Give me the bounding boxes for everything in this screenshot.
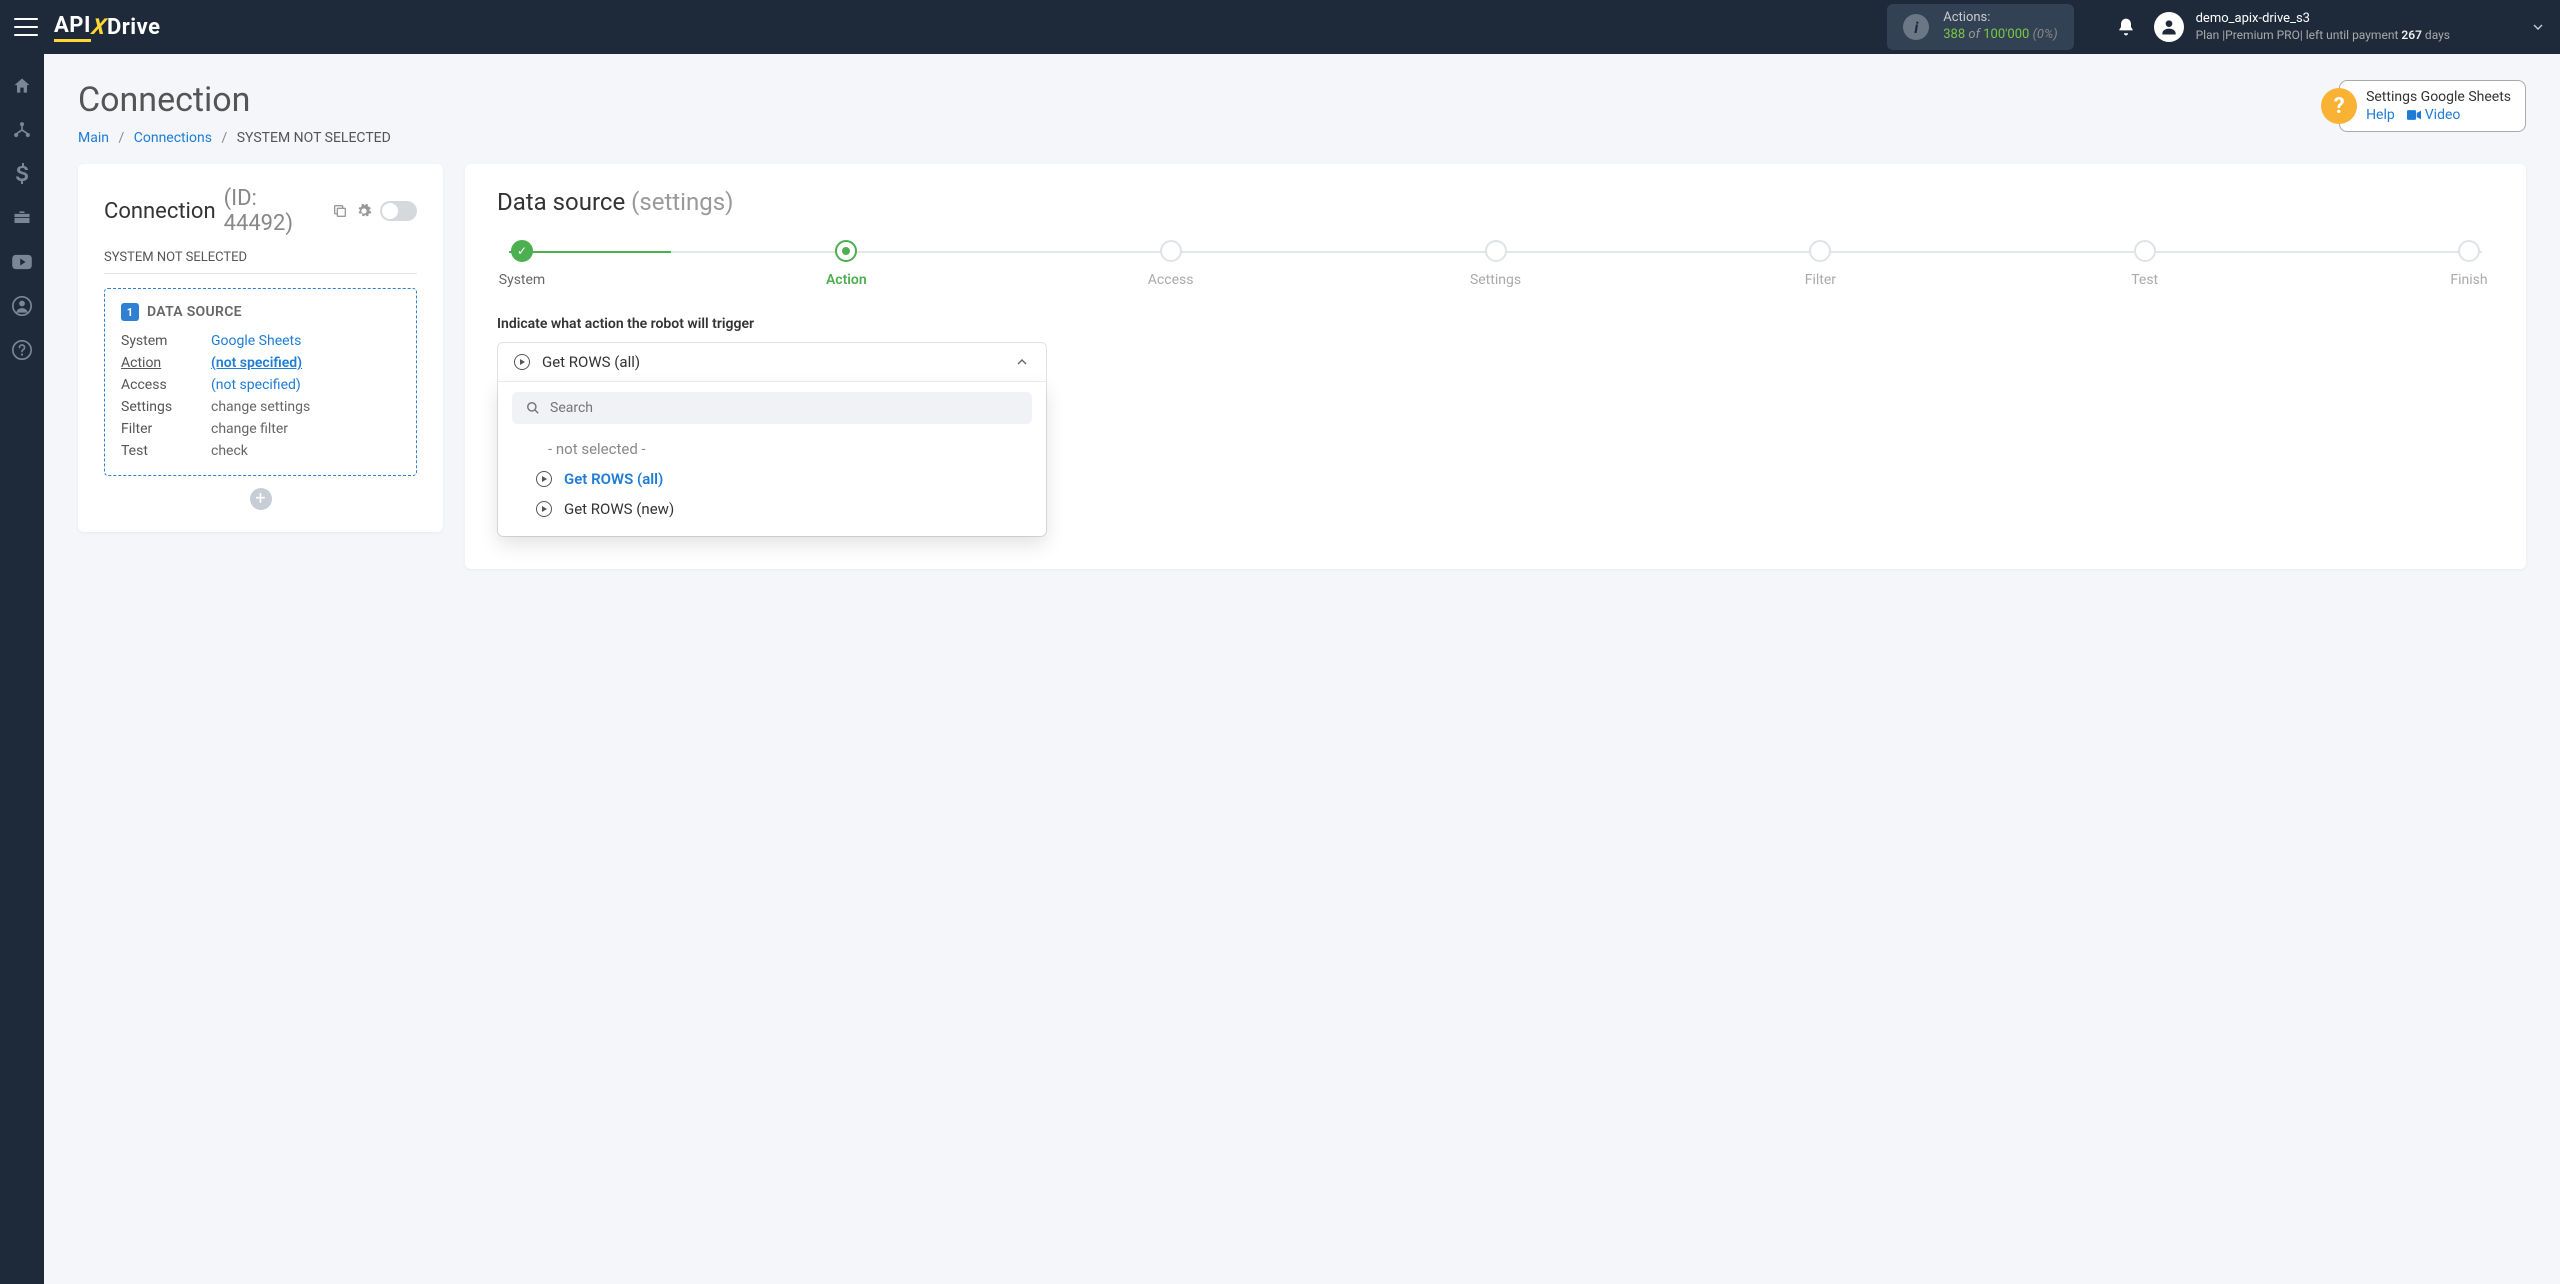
settings-card: Data source (settings) ✓System Action Ac… [465,164,2526,569]
actions-used: 388 [1943,27,1965,42]
help-card: Settings Google Sheets Help Video [2339,80,2526,132]
connections-icon[interactable] [2,110,42,150]
play-icon [514,354,530,370]
actions-total: 100'000 [1983,27,2029,42]
actions-pct: (0%) [2033,27,2058,42]
row-access-val[interactable]: (not specified) [211,377,400,393]
video-icon [2407,109,2421,121]
row-filter-val[interactable]: change filter [211,421,400,437]
play-icon [536,501,552,517]
search-input[interactable] [550,400,1018,416]
settings-subtitle: (settings) [631,188,733,216]
row-settings-val[interactable]: change settings [211,399,400,415]
option-get-rows-new[interactable]: Get ROWS (new) [512,494,1032,524]
dropdown-search[interactable] [512,392,1032,424]
video-text: Video [2425,107,2461,123]
top-header: APIXDrive i Actions: 388 of 100'000 (0%)… [0,0,2560,54]
plan-days-num: 267 [2401,28,2422,42]
add-step-button[interactable]: + [250,488,272,510]
step-action[interactable]: Action [821,240,871,288]
gear-icon[interactable] [356,203,372,219]
row-filter-key: Filter [121,421,211,437]
connection-toggle[interactable] [380,201,417,221]
bell-icon[interactable] [2116,17,2136,37]
section-title: DATA SOURCE [147,304,242,320]
plan-name: Premium PRO [2225,28,2300,42]
dropdown-body: - not selected - Get ROWS (all) Get ROWS… [498,382,1046,536]
step-test[interactable]: Test [2120,240,2170,288]
conn-title: Connection [104,199,216,224]
actions-usage-text: Actions: 388 of 100'000 (0%) [1943,10,2057,44]
step-settings[interactable]: Settings [1470,240,1521,288]
step-filter[interactable]: Filter [1795,240,1845,288]
form-label: Indicate what action the robot will trig… [497,316,2494,332]
user-text: demo_apix-drive_s3 Plan |Premium PRO| le… [2196,11,2450,43]
plan-prefix: Plan | [2196,28,2226,42]
conn-subtitle: SYSTEM NOT SELECTED [104,250,417,274]
help-box: ? Settings Google Sheets Help Video [2321,80,2526,132]
row-system-val[interactable]: Google Sheets [211,333,400,349]
search-icon [526,401,540,415]
row-test-key: Test [121,443,211,459]
connection-card: Connection (ID: 44492) SYSTEM NOT SELECT… [78,164,443,532]
video-link[interactable]: Video [2407,107,2461,123]
step-access[interactable]: Access [1146,240,1196,288]
step-finish[interactable]: Finish [2444,240,2494,288]
help-title: Settings Google Sheets [2366,89,2511,105]
plan-days-word: days [2425,28,2450,42]
main-content: Connection Main / Connections / SYSTEM N… [44,54,2560,595]
row-test-val[interactable]: check [211,443,400,459]
section-number: 1 [121,303,139,321]
avatar-icon [2154,12,2184,42]
chevron-up-icon [1014,354,1030,370]
stepper: ✓System Action Access Settings Filter Te… [497,240,2494,288]
row-access-key: Access [121,377,211,393]
conn-id: (ID: 44492) [224,186,324,236]
copy-icon[interactable] [332,203,348,219]
help-link[interactable]: Help [2366,107,2395,123]
info-icon: i [1903,14,1929,40]
user-menu[interactable]: demo_apix-drive_s3 Plan |Premium PRO| le… [2154,11,2450,43]
breadcrumb-current: SYSTEM NOT SELECTED [237,130,391,146]
row-action-key: Action [121,355,211,371]
option-not-selected[interactable]: - not selected - [512,434,1032,464]
actions-usage-box[interactable]: i Actions: 388 of 100'000 (0%) [1887,4,2073,50]
breadcrumb-connections[interactable]: Connections [134,130,212,146]
billing-icon[interactable] [2,154,42,194]
left-sidebar [0,54,44,1284]
data-source-box: 1 DATA SOURCE System Google Sheets Actio… [104,288,417,476]
breadcrumb: Main / Connections / SYSTEM NOT SELECTED [78,130,391,146]
brand-logo[interactable]: APIXDrive [54,13,161,42]
dropdown-selected: Get ROWS (all) [542,353,1002,371]
actions-of: of [1968,27,1980,42]
question-badge-icon[interactable]: ? [2321,88,2357,124]
username: demo_apix-drive_s3 [2196,11,2450,28]
hamburger-icon[interactable] [14,18,38,36]
breadcrumb-main[interactable]: Main [78,130,109,146]
play-icon [536,471,552,487]
plan-mid: | left until payment [2300,28,2399,42]
dropdown-head[interactable]: Get ROWS (all) [498,343,1046,382]
option-get-rows-all[interactable]: Get ROWS (all) [512,464,1032,494]
actions-label: Actions: [1943,10,2057,27]
youtube-icon[interactable] [2,242,42,282]
step-system[interactable]: ✓System [497,240,547,288]
user-icon[interactable] [2,286,42,326]
settings-title: Data source [497,188,625,216]
brand-text-api: API [54,13,91,42]
home-icon[interactable] [2,66,42,106]
action-dropdown: Get ROWS (all) - not selected - Get ROWS… [497,342,1047,537]
brand-text-x: X [90,15,108,40]
briefcase-icon[interactable] [2,198,42,238]
row-system-key: System [121,333,211,349]
row-action-val[interactable]: (not specified) [211,355,400,371]
brand-text-drive: Drive [107,15,161,40]
page-title: Connection [78,80,391,120]
chevron-down-icon[interactable] [2530,19,2546,35]
row-settings-key: Settings [121,399,211,415]
help-icon[interactable] [2,330,42,370]
